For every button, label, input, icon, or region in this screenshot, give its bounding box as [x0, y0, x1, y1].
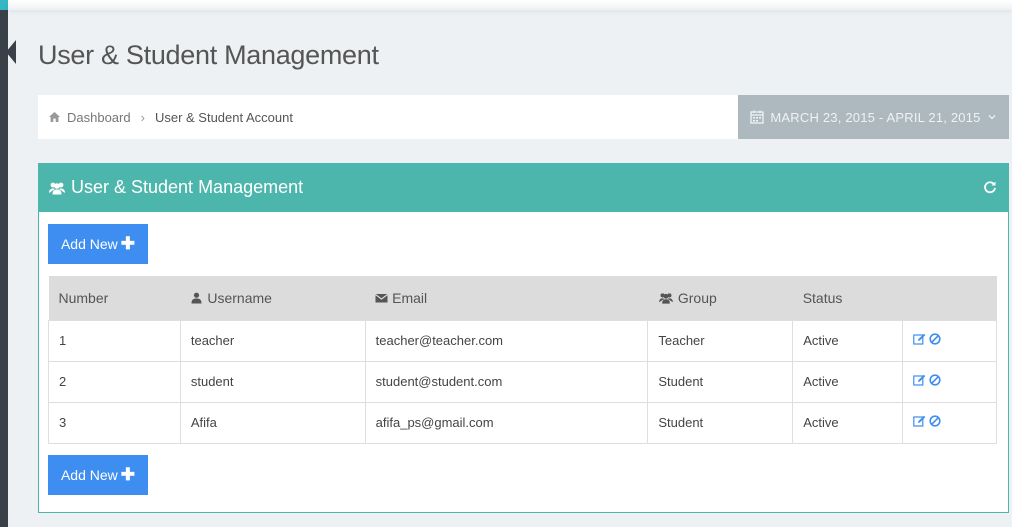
column-header-email-label: Email [392, 289, 428, 306]
plus-icon: ✚ [120, 465, 136, 484]
column-header-group-label: Group [677, 289, 717, 306]
envelope-icon [375, 293, 388, 303]
calendar-icon [750, 110, 765, 124]
add-new-button-bottom[interactable]: Add New ✚ [48, 455, 148, 495]
column-header-username: Username [180, 276, 365, 320]
cell-status: Active [792, 360, 904, 403]
edit-icon[interactable] [913, 374, 926, 386]
cell-actions [902, 401, 997, 444]
edit-icon[interactable] [913, 333, 926, 345]
cell-actions [902, 319, 997, 362]
user-icon [191, 292, 202, 304]
cell-number: 2 [48, 360, 181, 403]
ban-icon[interactable] [929, 415, 941, 427]
cell-group: Student [647, 401, 794, 444]
cell-email: teacher@teacher.com [364, 319, 649, 362]
breadcrumb: Dashboard › User & Student Account [38, 95, 738, 139]
cell-username: teacher [179, 319, 366, 362]
edit-icon[interactable] [913, 415, 926, 427]
column-header-status: Status [802, 289, 843, 306]
sidebar-toggle[interactable] [6, 40, 16, 64]
panel-title: User & Student Management [71, 177, 304, 197]
add-new-label: Add New [60, 467, 118, 483]
table-header-row: Number Username Email Group Status [48, 276, 997, 320]
table-row: 1 teacher teacher@teacher.com Teacher Ac… [48, 319, 997, 362]
cell-actions [902, 360, 997, 403]
date-range-picker[interactable]: MARCH 23, 2015 - APRIL 21, 2015 [738, 95, 1009, 139]
left-rail [0, 0, 8, 527]
table-row: 3 Afifa afifa_ps@gmail.com Student Activ… [48, 401, 997, 444]
cell-group: Teacher [647, 319, 794, 362]
top-header-bar [8, 0, 1012, 10]
rail-accent [0, 0, 8, 10]
add-new-button-top[interactable]: Add New ✚ [48, 224, 148, 264]
column-header-username-label: Username [207, 289, 272, 306]
breadcrumb-separator: › [140, 109, 145, 125]
users-icon [49, 182, 65, 194]
column-header-number: Number [58, 289, 109, 306]
cell-email: afifa_ps@gmail.com [364, 401, 649, 444]
users-icon [659, 293, 673, 304]
date-range-label: MARCH 23, 2015 - APRIL 21, 2015 [770, 109, 981, 125]
cell-username: student [179, 360, 366, 403]
cell-username: Afifa [179, 401, 366, 444]
breadcrumb-home-link[interactable]: Dashboard [48, 110, 131, 125]
cell-status: Active [792, 319, 904, 362]
column-header-email: Email [365, 276, 648, 320]
plus-icon: ✚ [120, 234, 136, 253]
column-header-actions [903, 276, 997, 320]
add-new-label: Add New [60, 236, 118, 252]
home-icon [49, 112, 60, 122]
ban-icon[interactable] [929, 333, 941, 345]
breadcrumb-home-label: Dashboard [67, 109, 131, 125]
cell-number: 1 [48, 319, 181, 362]
breadcrumb-current: User & Student Account [154, 109, 293, 125]
cell-number: 3 [48, 401, 181, 444]
table-row: 2 student student@student.com Student Ac… [48, 360, 997, 403]
users-table: Number Username Email Group Status 1 tea… [48, 276, 997, 444]
column-header-group: Group [648, 276, 793, 320]
cell-status: Active [792, 401, 904, 444]
cell-email: student@student.com [364, 360, 649, 403]
user-management-panel: User & Student Management Add New ✚ Numb… [38, 163, 1009, 513]
panel-header: User & Student Management [38, 163, 1009, 212]
cell-group: Student [647, 360, 794, 403]
refresh-icon[interactable] [983, 180, 997, 194]
ban-icon[interactable] [929, 374, 941, 386]
chevron-down-icon [988, 115, 996, 120]
page-title: User & Student Management [38, 40, 379, 70]
